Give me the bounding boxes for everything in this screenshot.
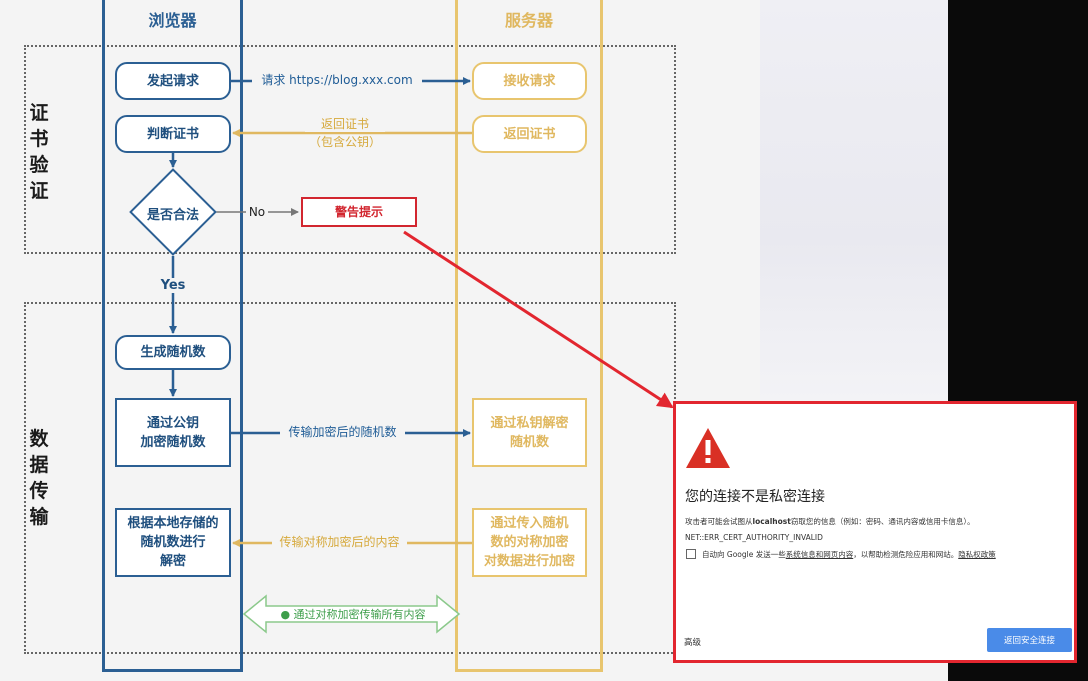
desc-suffix: 窃取您的信息（例如：密码、通讯内容或信用卡信息）。 — [790, 517, 975, 526]
system-info-link[interactable]: 系统信息和网页内容 — [786, 550, 854, 559]
callout-arrow — [403, 230, 674, 409]
return-cert-label: 返回证书 — [305, 117, 385, 132]
privacy-error-dialog — [673, 401, 1077, 663]
checkbox-text: 自动向 Google 发送一些系统信息和网页内容，以帮助检测危险应用和网站。隐私… — [702, 549, 996, 560]
error-code: NET::ERR_CERT_AUTHORITY_INVALID — [685, 533, 823, 542]
request-label: 请求 https://blog.xxx.com — [252, 73, 422, 88]
send-request-node: 发起请求 — [115, 62, 231, 100]
advanced-button[interactable]: 高级 — [684, 636, 701, 648]
check-cert-node: 判断证书 — [115, 115, 231, 153]
desc-host: localhost — [752, 517, 791, 526]
decrypt-private-node: 通过私钥解密 随机数 — [472, 398, 587, 467]
yes-label: Yes — [158, 278, 188, 293]
receive-request-node: 接收请求 — [472, 62, 587, 100]
report-checkbox[interactable] — [686, 549, 696, 559]
flow-diagram: 证 书 验 证 数 据 传 输 浏览器 服务器 是否合法 发起请求 判断证书 生… — [0, 0, 1088, 681]
desc-prefix: 攻击者可能会试图从 — [685, 517, 753, 526]
checkbox-suffix: ，以帮助检测危险应用和网站。 — [853, 550, 959, 559]
gen-random-node: 生成随机数 — [115, 335, 231, 370]
back-to-safety-button[interactable]: 返回安全连接 — [987, 628, 1072, 652]
encrypt-content-node: 通过传入随机 数的对称加密 对数据进行加密 — [472, 508, 587, 577]
checkbox-prefix: 自动向 Google 发送一些 — [702, 550, 786, 559]
warning-triangle-icon — [686, 428, 730, 468]
encrypted-random-label: 传输加密后的随机数 — [280, 425, 405, 440]
decrypt-local-node: 根据本地存储的 随机数进行 解密 — [115, 508, 231, 577]
warning-node: 警告提示 — [301, 197, 417, 227]
sym-content-label: 传输对称加密后的内容 — [272, 535, 407, 550]
sym-all-label: ● 通过对称加密传输所有内容 — [280, 608, 426, 621]
encrypt-random-node: 通过公钥 加密随机数 — [115, 398, 231, 467]
privacy-policy-link[interactable]: 隐私权政策 — [958, 550, 996, 559]
no-label: No — [246, 205, 268, 220]
dialog-title: 您的连接不是私密连接 — [685, 489, 825, 505]
return-cert-node: 返回证书 — [472, 115, 587, 153]
dialog-description: 攻击者可能会试图从localhost窃取您的信息（例如：密码、通讯内容或信用卡信… — [685, 516, 975, 527]
is-valid-label: 是否合法 — [146, 208, 199, 223]
return-cert-sub-label: （包含公钥） — [300, 135, 390, 150]
